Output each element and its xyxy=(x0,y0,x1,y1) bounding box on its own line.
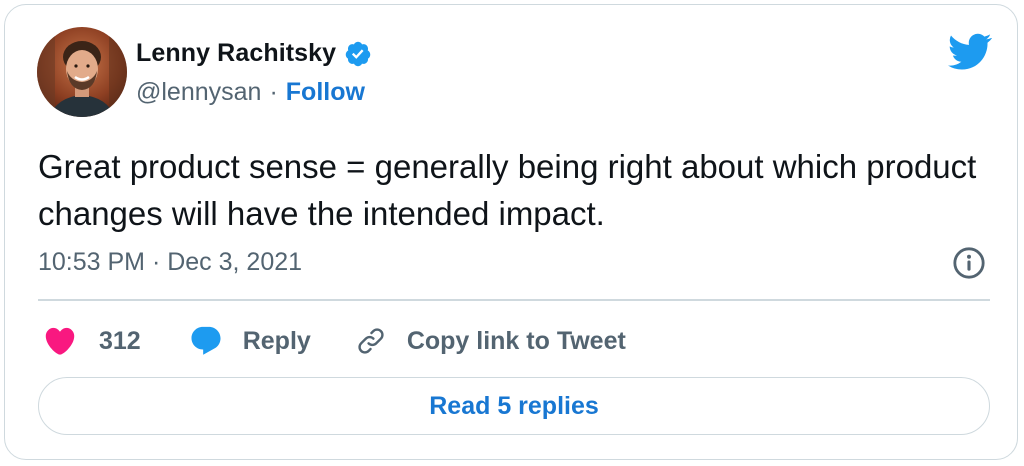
copy-link-button[interactable]: Copy link to Tweet xyxy=(355,325,626,357)
avatar[interactable] xyxy=(37,27,127,117)
like-button[interactable]: 312 xyxy=(43,324,141,358)
speech-bubble-icon xyxy=(191,326,221,355)
like-count: 312 xyxy=(99,326,141,355)
tweet-card: Lenny Rachitsky @lennysan · Follow Great… xyxy=(4,4,1018,460)
reply-button[interactable]: Reply xyxy=(189,324,311,358)
tweet-timestamp[interactable]: 10:53 PM · Dec 3, 2021 xyxy=(38,248,302,277)
read-replies-button[interactable]: Read 5 replies xyxy=(38,377,990,435)
author-name-row: Lenny Rachitsky xyxy=(136,39,372,68)
tweet-text: Great product sense = generally being ri… xyxy=(38,148,977,232)
divider xyxy=(38,299,990,301)
follow-link[interactable]: Follow xyxy=(286,78,365,107)
info-icon[interactable] xyxy=(952,246,986,280)
author-handle[interactable]: @lennysan xyxy=(136,78,261,107)
link-icon xyxy=(358,328,384,354)
reply-label: Reply xyxy=(242,326,311,355)
separator-dot: · xyxy=(269,78,278,106)
twitter-bird-icon[interactable] xyxy=(948,33,993,71)
avatar-image xyxy=(37,27,127,117)
action-bar: 312 Reply Copy link to Tweet xyxy=(43,321,626,361)
author-handle-row: @lennysan · Follow xyxy=(136,78,365,107)
author-name[interactable]: Lenny Rachitsky xyxy=(136,39,336,68)
verified-badge-icon xyxy=(344,40,372,68)
copy-link-label: Copy link to Tweet xyxy=(406,326,626,355)
heart-icon xyxy=(45,327,75,355)
